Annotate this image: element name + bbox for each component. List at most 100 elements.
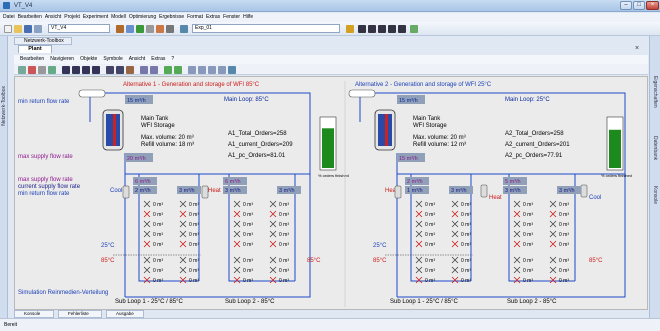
alt2-valve-icon[interactable] bbox=[549, 276, 557, 284]
menu-ergebnisse[interactable]: Ergebnisse bbox=[159, 13, 184, 22]
stop-icon[interactable] bbox=[156, 25, 164, 33]
alt1-valve-icon[interactable] bbox=[143, 276, 151, 284]
menu-projekt[interactable]: Projekt bbox=[64, 13, 80, 22]
table-icon[interactable] bbox=[106, 66, 114, 74]
alt2-valve-icon[interactable] bbox=[451, 256, 459, 264]
alt1-valve-icon[interactable] bbox=[143, 240, 151, 248]
doc-menu-bearbeiten[interactable]: Bearbeiten bbox=[20, 55, 44, 64]
chart-icon[interactable] bbox=[410, 25, 418, 33]
alt2-valve-icon[interactable] bbox=[549, 266, 557, 274]
alt1-valve-icon[interactable] bbox=[143, 220, 151, 228]
menu-fenster[interactable]: Fenster bbox=[223, 13, 240, 22]
alt1-valve-icon[interactable] bbox=[233, 220, 241, 228]
back-icon[interactable] bbox=[82, 66, 90, 74]
doc-menu-ansicht[interactable]: Ansicht bbox=[129, 55, 145, 64]
alt2-valve-icon[interactable] bbox=[415, 200, 423, 208]
save-icon[interactable] bbox=[24, 25, 32, 33]
print-icon[interactable] bbox=[34, 25, 42, 33]
delete-icon[interactable] bbox=[28, 66, 36, 74]
alt2-valve-icon[interactable] bbox=[549, 210, 557, 218]
alt2-valve-icon[interactable] bbox=[513, 256, 521, 264]
alt2-valve-icon[interactable] bbox=[451, 220, 459, 228]
new-icon[interactable] bbox=[4, 25, 12, 33]
rewind-icon[interactable] bbox=[72, 66, 80, 74]
menu-hilfe[interactable]: Hilfe bbox=[243, 13, 253, 22]
experiment-icon[interactable] bbox=[180, 25, 188, 33]
doc-close-icon[interactable]: × bbox=[635, 45, 639, 52]
left-dock-label[interactable]: Netzwerk-Toolbox bbox=[1, 86, 7, 126]
alt2-valve-icon[interactable] bbox=[549, 230, 557, 238]
alt1-valve-icon[interactable] bbox=[233, 266, 241, 274]
align-icon[interactable] bbox=[164, 66, 172, 74]
link-icon[interactable] bbox=[174, 66, 182, 74]
alt2-valve-icon[interactable] bbox=[513, 276, 521, 284]
doc-menu-objekte[interactable]: Objekte bbox=[80, 55, 97, 64]
alt1-main-tank[interactable] bbox=[102, 109, 124, 151]
minimize-button[interactable]: – bbox=[620, 1, 632, 10]
alt1-valve-icon[interactable] bbox=[179, 230, 187, 238]
alt1-valve-icon[interactable] bbox=[269, 220, 277, 228]
plant-canvas[interactable]: Alternative 1 - Generation and storage o… bbox=[14, 76, 648, 310]
alt1-valve-icon[interactable] bbox=[233, 230, 241, 238]
menu-optimierung[interactable]: Optimierung bbox=[129, 13, 156, 22]
alt1-valve-icon[interactable] bbox=[269, 276, 277, 284]
alt1-valve-icon[interactable] bbox=[179, 210, 187, 218]
run-icon[interactable] bbox=[136, 25, 144, 33]
alt2-valve-icon[interactable] bbox=[549, 220, 557, 228]
doc-menu-navigieren[interactable]: Navigieren bbox=[50, 55, 74, 64]
alt1-valve-icon[interactable] bbox=[143, 256, 151, 264]
model-icon[interactable] bbox=[126, 25, 134, 33]
alt1-valve-icon[interactable] bbox=[233, 240, 241, 248]
alt1-valve-icon[interactable] bbox=[269, 240, 277, 248]
alt1-valve-icon[interactable] bbox=[233, 276, 241, 284]
alt2-valve-icon[interactable] bbox=[513, 210, 521, 218]
alt1-valve-icon[interactable] bbox=[143, 210, 151, 218]
alt2-valve-icon[interactable] bbox=[513, 200, 521, 208]
build-icon[interactable] bbox=[116, 25, 124, 33]
alt2-valve-icon[interactable] bbox=[415, 266, 423, 274]
settings-icon[interactable] bbox=[146, 25, 154, 33]
alt2-valve-icon[interactable] bbox=[415, 256, 423, 264]
alt1-valve-icon[interactable] bbox=[143, 200, 151, 208]
alt1-valve-icon[interactable] bbox=[179, 266, 187, 274]
alt2-valve-icon[interactable] bbox=[513, 266, 521, 274]
lock-icon[interactable] bbox=[218, 66, 226, 74]
alt1-valve-icon[interactable] bbox=[233, 256, 241, 264]
alt2-valve-icon[interactable] bbox=[451, 200, 459, 208]
alt1-valve-icon[interactable] bbox=[179, 220, 187, 228]
alt2-valve-icon[interactable] bbox=[549, 200, 557, 208]
alt2-valve-icon[interactable] bbox=[549, 240, 557, 248]
alt2-valve-icon[interactable] bbox=[451, 210, 459, 218]
alt1-valve-icon[interactable] bbox=[179, 240, 187, 248]
view-icon[interactable] bbox=[198, 66, 206, 74]
paste-icon[interactable] bbox=[48, 66, 56, 74]
tab-konsole[interactable]: Konsole bbox=[14, 310, 54, 318]
doc-menu-extras[interactable]: Extras bbox=[151, 55, 165, 64]
step-icon[interactable] bbox=[388, 25, 396, 33]
alt2-valve-icon[interactable] bbox=[451, 240, 459, 248]
doc-menu-help[interactable]: ? bbox=[171, 55, 174, 64]
copy-icon[interactable] bbox=[38, 66, 46, 74]
alt2-main-tank[interactable] bbox=[374, 109, 396, 151]
menu-ansicht[interactable]: Ansicht bbox=[45, 13, 61, 22]
alt1-valve-icon[interactable] bbox=[269, 266, 277, 274]
alt2-valve-icon[interactable] bbox=[415, 276, 423, 284]
alt2-valve-icon[interactable] bbox=[451, 276, 459, 284]
wand-icon[interactable] bbox=[346, 25, 354, 33]
alt2-valve-icon[interactable] bbox=[549, 256, 557, 264]
alt1-valve-icon[interactable] bbox=[269, 210, 277, 218]
edit-icon[interactable] bbox=[126, 66, 134, 74]
alt1-valve-icon[interactable] bbox=[269, 256, 277, 264]
alt1-valve-icon[interactable] bbox=[269, 200, 277, 208]
experiment-combo[interactable]: Exp_01 bbox=[192, 24, 340, 33]
alt2-valve-icon[interactable] bbox=[451, 266, 459, 274]
alt2-valve-icon[interactable] bbox=[513, 230, 521, 238]
alt1-valve-icon[interactable] bbox=[233, 210, 241, 218]
help-icon[interactable] bbox=[228, 66, 236, 74]
alt1-valve-icon[interactable] bbox=[269, 230, 277, 238]
alt1-valve-icon[interactable] bbox=[143, 230, 151, 238]
right-dock-konsole[interactable]: Konsole bbox=[652, 186, 658, 204]
alt1-valve-icon[interactable] bbox=[179, 276, 187, 284]
alt2-valve-icon[interactable] bbox=[415, 210, 423, 218]
menu-datei[interactable]: Datei bbox=[3, 13, 15, 22]
